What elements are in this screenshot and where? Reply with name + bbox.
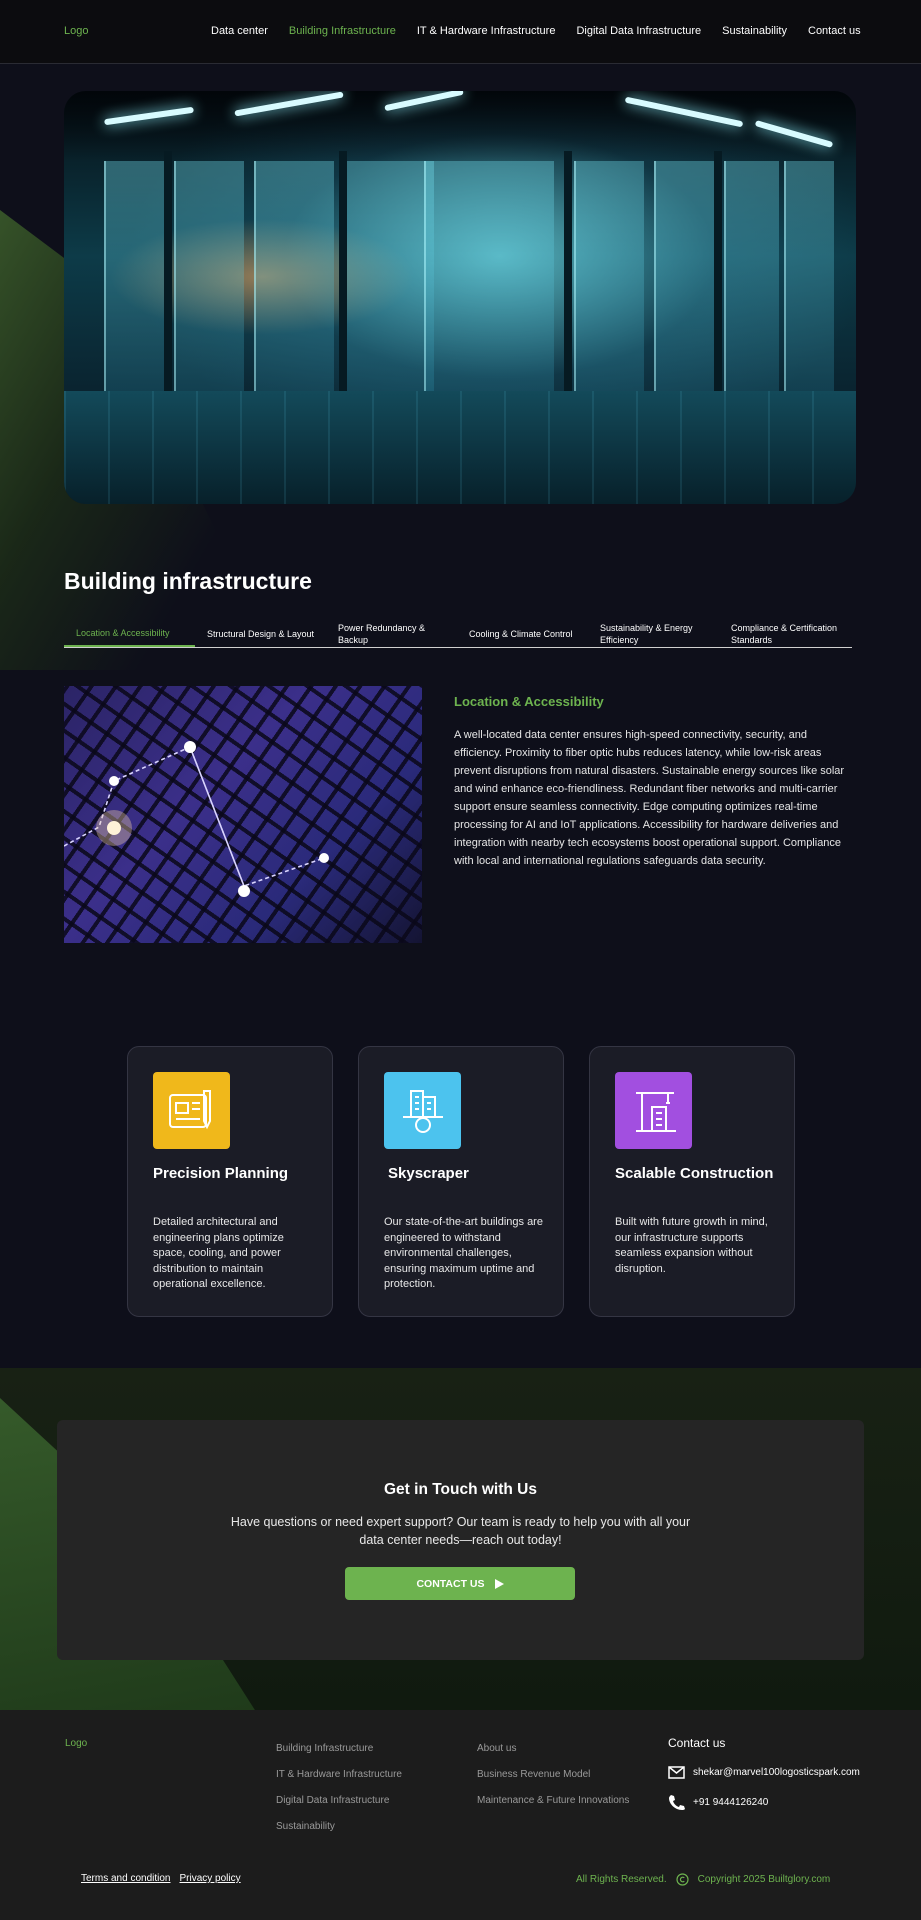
footer-link[interactable]: Business Revenue Model xyxy=(477,1769,629,1795)
skyscraper-icon xyxy=(384,1072,461,1149)
glass-panel xyxy=(344,161,434,401)
contact-button-label: CONTACT US xyxy=(416,1577,485,1590)
footer-phone[interactable]: +91 9444126240 xyxy=(693,1797,768,1808)
feature-description: Built with future growth in mind, our in… xyxy=(615,1216,768,1275)
glass-panel xyxy=(574,161,644,401)
tab-cooling-climate[interactable]: Cooling & Climate Control xyxy=(457,620,588,647)
feature-title: Skyscraper xyxy=(388,1165,469,1182)
glass-panel xyxy=(104,161,164,401)
feature-title: Precision Planning xyxy=(153,1165,289,1182)
contact-us-button[interactable]: CONTACT US xyxy=(345,1567,575,1600)
footer-email[interactable]: shekar@marvel100logosticspark.com xyxy=(693,1767,860,1778)
footer-link[interactable]: About us xyxy=(477,1743,629,1769)
feature-description: Our state-of-the-art buildings are engin… xyxy=(384,1216,543,1290)
terms-link[interactable]: Terms and condition xyxy=(81,1873,171,1884)
feature-title: Scalable Construction xyxy=(615,1165,774,1182)
privacy-link[interactable]: Privacy policy xyxy=(180,1873,241,1884)
network-lines xyxy=(64,741,329,897)
tab-compliance-certification[interactable]: Compliance & Certification Standards xyxy=(719,620,850,647)
nav-item-data-center[interactable]: Data center xyxy=(211,25,268,37)
nav-item-digital-data[interactable]: Digital Data Infrastructure xyxy=(576,25,701,37)
footer-phone-row[interactable]: +91 9444126240 xyxy=(668,1794,768,1810)
footer-copyright: All Rights Reserved. Copyright 2025 Buil… xyxy=(576,1873,830,1886)
glass-panel xyxy=(174,161,244,401)
footer-logo[interactable]: Logo xyxy=(65,1738,87,1749)
hero-reflective-floor xyxy=(64,391,856,504)
header-logo[interactable]: Logo xyxy=(64,25,88,37)
nav-item-sustainability[interactable]: Sustainability xyxy=(722,25,787,37)
footer-contact-title: Contact us xyxy=(668,1736,726,1750)
pillar xyxy=(564,151,572,401)
footer-email-row[interactable]: shekar@marvel100logosticspark.com xyxy=(668,1766,860,1779)
tab-structural-design[interactable]: Structural Design & Layout xyxy=(195,620,326,647)
pillar xyxy=(714,151,722,401)
tab-location-accessibility[interactable]: Location & Accessibility xyxy=(64,620,195,647)
feature-card-skyscraper: Skyscraper Our state-of-the-art building… xyxy=(358,1046,564,1317)
feature-card-precision-planning: Precision Planning Detailed architectura… xyxy=(127,1046,333,1317)
footer-link[interactable]: Building Infrastructure xyxy=(276,1743,402,1769)
infrastructure-tabs: Location & Accessibility Structural Desi… xyxy=(64,620,852,648)
pillar xyxy=(164,151,172,401)
play-arrow-icon xyxy=(494,1578,504,1589)
mail-icon xyxy=(668,1766,685,1779)
glass-panel xyxy=(724,161,779,401)
copyright-icon xyxy=(675,1873,689,1886)
blueprint-icon xyxy=(153,1072,230,1149)
glass-panel xyxy=(654,161,714,401)
glass-panel xyxy=(784,161,834,401)
main-nav: Data center Building Infrastructure IT &… xyxy=(211,25,861,37)
detail-title: Location & Accessibility xyxy=(454,694,604,709)
rights-text: All Rights Reserved. xyxy=(576,1874,667,1885)
feature-card-scalable-construction: Scalable Construction Built with future … xyxy=(589,1046,795,1317)
footer-link[interactable]: IT & Hardware Infrastructure xyxy=(276,1769,402,1795)
footer-links-col1: Building Infrastructure IT & Hardware In… xyxy=(276,1743,402,1847)
nav-item-contact-us[interactable]: Contact us xyxy=(808,25,861,37)
footer-links-col2: About us Business Revenue Model Maintena… xyxy=(477,1743,629,1821)
feature-description: Detailed architectural and engineering p… xyxy=(153,1216,284,1290)
footer-link[interactable]: Digital Data Infrastructure xyxy=(276,1795,402,1821)
phone-icon xyxy=(669,1795,685,1810)
contact-description: Have questions or need expert support? O… xyxy=(230,1515,691,1547)
glass-panel xyxy=(424,161,554,401)
nav-item-building-infrastructure[interactable]: Building Infrastructure xyxy=(289,25,396,37)
footer-link[interactable]: Sustainability xyxy=(276,1821,402,1847)
nav-item-it-hardware[interactable]: IT & Hardware Infrastructure xyxy=(417,25,556,37)
tab-power-redundancy[interactable]: Power Redundancy & Backup xyxy=(326,620,457,647)
pillar xyxy=(339,151,347,401)
tab-sustainability-energy[interactable]: Sustainability & Energy Efficiency xyxy=(588,620,719,647)
footer-link[interactable]: Maintenance & Future Innovations xyxy=(477,1795,629,1821)
hero-datacenter-image xyxy=(64,91,856,504)
city-network-map-image xyxy=(64,686,422,943)
crane-icon xyxy=(615,1072,692,1149)
site-footer: Logo Building Infrastructure IT & Hardwa… xyxy=(0,1710,921,1920)
page-title: Building infrastructure xyxy=(64,568,312,594)
glass-panel xyxy=(254,161,334,401)
contact-title: Get in Touch with Us xyxy=(384,1481,537,1498)
site-header: Logo Data center Building Infrastructure… xyxy=(0,0,921,64)
detail-description: A well-located data center ensures high-… xyxy=(454,729,845,867)
contact-card: Get in Touch with Us Have questions or n… xyxy=(57,1420,864,1660)
copyright-text: Copyright 2025 Builtglory.com xyxy=(697,1874,831,1885)
footer-legal-links: Terms and condition Privacy policy xyxy=(81,1873,241,1884)
